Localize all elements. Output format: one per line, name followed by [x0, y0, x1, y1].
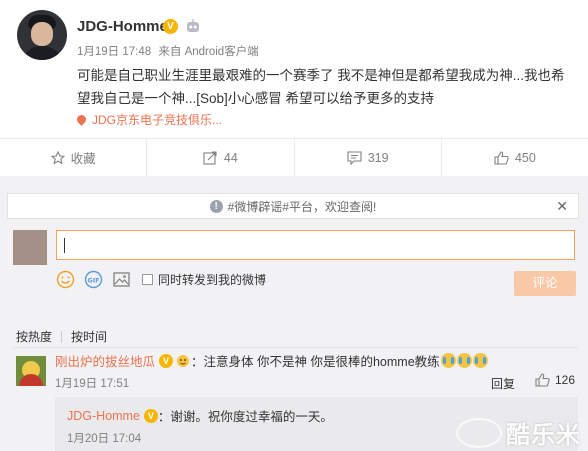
- emoji-icon[interactable]: [56, 270, 75, 289]
- forward-count: 44: [223, 150, 238, 165]
- crying-emoji-icon: [472, 353, 488, 368]
- forward-icon: [203, 150, 218, 165]
- watermark-logo-icon: [456, 417, 502, 448]
- weibo-post: JDG-Homme V 1月19日 17:48 来自 Android客户端 可能…: [0, 0, 588, 138]
- favorite-button[interactable]: 收藏: [0, 139, 148, 176]
- verified-badge-icon[interactable]: V: [163, 19, 178, 34]
- divider: [13, 347, 578, 348]
- star-icon: [50, 150, 65, 165]
- crying-emoji-icon: [440, 353, 456, 368]
- post-actions: 收藏 44 319 450: [0, 138, 588, 176]
- watermark-text: 酷乐米: [506, 422, 581, 449]
- comment-count: 319: [367, 150, 389, 165]
- like-button[interactable]: 450: [442, 139, 588, 176]
- comment-button[interactable]: 319: [295, 139, 442, 176]
- robot-icon[interactable]: [185, 18, 201, 34]
- thumbs-up-icon: [494, 150, 509, 165]
- reply-button[interactable]: 回复: [491, 375, 515, 392]
- comment-text: ：注意身体 你不是神 你是很棒的homme教练: [191, 355, 440, 369]
- post-content: 可能是自己职业生涯里最艰难的一个赛季了 我不是神但是都希望我成为神...我也希望…: [77, 68, 565, 106]
- forward-checkbox[interactable]: [142, 273, 153, 285]
- comment-icon: [347, 150, 362, 165]
- comment-item: 刚出炉的拔丝地瓜 V ：注意身体 你不是神 你是很棒的homme教练: [55, 351, 488, 370]
- verified-badge-icon[interactable]: V: [159, 353, 174, 368]
- comment-input[interactable]: [56, 230, 575, 260]
- rumor-notice[interactable]: ! #微博辟谣#平台，欢迎查阅! ✕: [7, 193, 579, 219]
- commenter-avatar[interactable]: [16, 356, 46, 386]
- reply-time: 1月20日 17:04: [67, 433, 142, 445]
- like-count: 450: [514, 150, 536, 165]
- crying-emoji-icon: [456, 353, 472, 368]
- forward-checkbox-label[interactable]: 同时转发到我的微博: [158, 271, 266, 288]
- svg-text:GIF: GIF: [87, 276, 99, 284]
- info-icon: !: [209, 199, 223, 213]
- tab-sort-time[interactable]: 按时间: [71, 328, 107, 345]
- reply-author-name[interactable]: JDG-Homme: [67, 409, 140, 423]
- watermark: 酷乐米: [456, 415, 581, 450]
- forward-button[interactable]: 44: [147, 139, 295, 176]
- verified-badge-icon[interactable]: V: [143, 408, 158, 423]
- topic-link[interactable]: JDG京东电子竞技俱乐...: [75, 111, 223, 128]
- comment-section: ! #微博辟谣#平台，欢迎查阅! ✕ GIF 同时转发到我的微博 评论 按热度 …: [0, 176, 588, 451]
- notice-text[interactable]: #微博辟谣#平台，欢迎查阅!: [228, 198, 377, 215]
- author-name[interactable]: JDG-Homme: [77, 18, 168, 35]
- tab-sort-hot[interactable]: 按热度: [16, 328, 52, 345]
- gif-icon[interactable]: GIF: [84, 270, 103, 289]
- author-avatar[interactable]: [17, 10, 67, 60]
- close-icon[interactable]: ✕: [556, 198, 568, 215]
- post-source: 来自 Android客户端: [158, 46, 259, 58]
- commenter-name[interactable]: 刚出炉的拔丝地瓜: [55, 351, 155, 370]
- sort-tabs: 按热度 按时间: [16, 328, 107, 345]
- post-time[interactable]: 1月19日 17:48: [77, 46, 151, 58]
- reply-text: ：谢谢。祝你度过幸福的一天。: [157, 410, 333, 424]
- comment-tools: GIF 同时转发到我的微博: [56, 269, 266, 289]
- my-avatar: [13, 230, 47, 265]
- comment-time: 1月19日 17:51: [55, 378, 130, 390]
- post-meta: 1月19日 17:48 来自 Android客户端: [77, 43, 263, 59]
- fan-medal-icon[interactable]: [175, 354, 191, 368]
- thumbs-up-icon: [535, 373, 550, 387]
- location-icon: [75, 113, 88, 126]
- topic-label: JDG京东电子竞技俱乐...: [92, 113, 223, 127]
- comment-like-button[interactable]: 126: [535, 373, 575, 387]
- image-icon[interactable]: [112, 270, 131, 289]
- submit-comment-button[interactable]: 评论: [514, 271, 576, 296]
- comment-like-count: 126: [555, 373, 576, 387]
